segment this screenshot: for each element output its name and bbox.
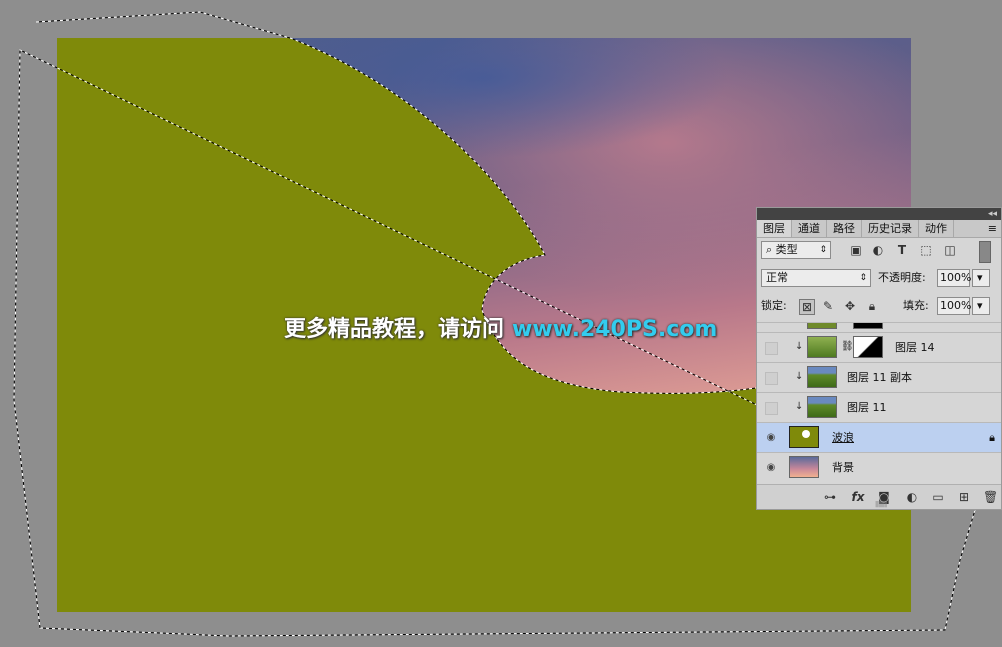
visibility-toggle[interactable]: [765, 372, 778, 385]
layer-row[interactable]: ↓ ⛓ 图层 14: [757, 332, 1001, 362]
eye-icon[interactable]: ◉: [765, 462, 777, 474]
new-layer-icon[interactable]: ⊞: [957, 490, 971, 504]
clipping-arrow-icon: ↓: [795, 371, 804, 382]
type-filter-icon[interactable]: T: [895, 243, 909, 257]
clipping-arrow-icon: ↓: [795, 401, 804, 412]
tab-history[interactable]: 历史记录: [862, 220, 919, 237]
watermark-url: www.240PS.com: [512, 317, 718, 342]
lock-paint-icon[interactable]: ✎: [821, 299, 835, 313]
watermark-text: 更多精品教程，请访问 www.240PS.com: [284, 311, 717, 343]
blend-row: 正常 ⇕ 不透明度: 100% ▾: [757, 269, 1001, 291]
filter-row: ⌕ 类型 ⇕ ▣ ◐ T ⬚ ◫: [757, 241, 1001, 263]
panel-tabs: 图层 通道 路径 历史记录 动作 ≡: [757, 220, 1001, 238]
link-layers-icon[interactable]: ⊶: [823, 490, 837, 504]
panel-menu-icon[interactable]: ≡: [984, 220, 1001, 237]
filter-toggle-icon[interactable]: [979, 241, 991, 263]
shape-filter-icon[interactable]: ⬚: [919, 243, 933, 257]
layer-name: 图层 11 副本: [847, 371, 912, 384]
layer-row-partial[interactable]: [757, 322, 1001, 332]
layer-name: 波浪: [832, 431, 854, 444]
eye-icon[interactable]: ◉: [765, 432, 777, 444]
fx-icon[interactable]: fx: [851, 490, 865, 504]
tab-paths[interactable]: 路径: [827, 220, 862, 237]
clipping-arrow-icon: ↓: [795, 341, 804, 352]
blend-mode-value: 正常: [766, 271, 788, 284]
opacity-label: 不透明度:: [878, 271, 926, 284]
search-icon: ⌕: [766, 243, 776, 256]
layer-thumbnail: [789, 426, 819, 448]
layer-name: 背景: [832, 461, 854, 474]
chevron-updown-icon: ⇕: [819, 245, 827, 255]
image-filter-icon[interactable]: ▣: [849, 243, 863, 257]
layer-row[interactable]: ↓ 图层 11: [757, 392, 1001, 422]
layer-row-selected[interactable]: ◉ 波浪 🔒︎: [757, 422, 1001, 452]
layer-thumbnail: [807, 396, 837, 418]
chevron-updown-icon: ⇕: [859, 273, 867, 283]
layer-thumbnail: [807, 323, 837, 329]
adjustment-filter-icon[interactable]: ◐: [871, 243, 885, 257]
folder-icon[interactable]: ▭: [931, 490, 945, 504]
fill-label: 填充:: [903, 299, 929, 312]
smart-object-filter-icon[interactable]: ◫: [943, 243, 957, 257]
layer-thumbnail: [789, 456, 819, 478]
opacity-dropdown[interactable]: ▾: [972, 269, 990, 287]
panel-title-bar[interactable]: ◂◂: [757, 208, 1001, 220]
filter-kind-select[interactable]: ⌕ 类型 ⇕: [761, 241, 831, 259]
lock-row: 锁定: ⊠ ✎ ✥ 🔒︎ 填充: 100% ▾: [757, 297, 1001, 319]
layer-mask-thumbnail: [853, 336, 883, 358]
opacity-input[interactable]: 100%: [937, 269, 971, 287]
tab-actions[interactable]: 动作: [919, 220, 954, 237]
panel-footer: ⊶ fx ◙ ◐ ▭ ⊞ 🗑︎ |||||||||||: [757, 484, 1001, 509]
layer-name: 图层 11: [847, 401, 887, 414]
layer-mask-thumbnail: [853, 323, 883, 329]
resize-grip[interactable]: |||||||||||: [875, 501, 887, 508]
lock-transparent-icon[interactable]: ⊠: [799, 299, 815, 315]
layer-thumbnail: [807, 336, 837, 358]
collapse-icon[interactable]: ◂◂: [988, 208, 997, 220]
tab-channels[interactable]: 通道: [792, 220, 827, 237]
filter-kind-label: 类型: [775, 243, 798, 256]
visibility-toggle[interactable]: [765, 402, 778, 415]
link-icon[interactable]: ⛓: [841, 341, 854, 352]
tab-layers[interactable]: 图层: [757, 220, 792, 237]
adjustment-layer-icon[interactable]: ◐: [905, 490, 919, 504]
layer-thumbnail: [807, 366, 837, 388]
lock-icon: 🔒︎: [989, 431, 995, 444]
fill-dropdown[interactable]: ▾: [972, 297, 990, 315]
layers-panel: ◂◂ 图层 通道 路径 历史记录 动作 ≡ ⌕ 类型 ⇕ ▣ ◐ T ⬚ ◫ 正常…: [756, 207, 1002, 510]
fill-input[interactable]: 100%: [937, 297, 971, 315]
watermark-label: 更多精品教程，请访问: [284, 317, 505, 342]
blend-mode-select[interactable]: 正常 ⇕: [761, 269, 871, 287]
layer-row[interactable]: ↓ 图层 11 副本: [757, 362, 1001, 392]
lock-label: 锁定:: [761, 299, 787, 312]
visibility-toggle[interactable]: [765, 342, 778, 355]
trash-icon[interactable]: 🗑︎: [983, 490, 998, 504]
layer-row[interactable]: ◉ 背景: [757, 452, 1001, 482]
layer-name: 图层 14: [895, 341, 935, 354]
lock-all-icon[interactable]: 🔒︎: [865, 299, 879, 313]
lock-move-icon[interactable]: ✥: [843, 299, 857, 313]
